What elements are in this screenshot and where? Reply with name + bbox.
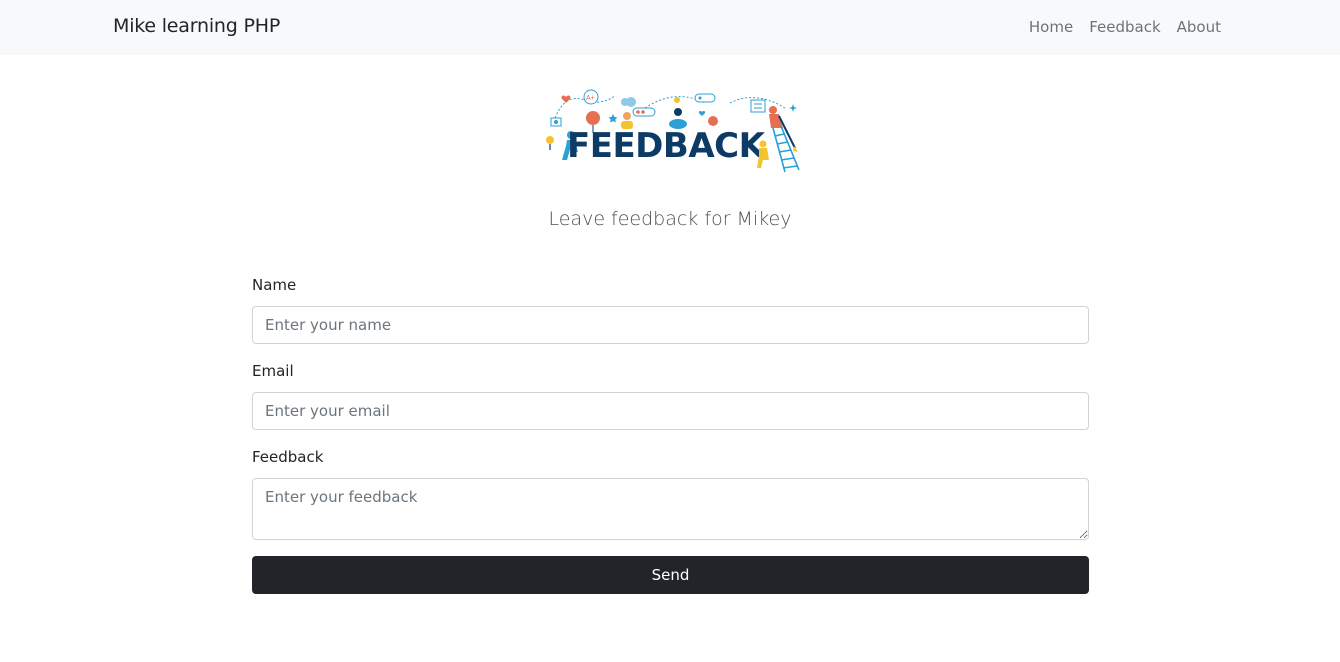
nav-link-home[interactable]: Home [1029, 18, 1073, 36]
name-label: Name [252, 276, 297, 294]
feedback-textarea[interactable] [252, 478, 1089, 540]
nav-links: Home Feedback About [1029, 18, 1221, 36]
balloon-icon [586, 111, 600, 125]
name-input[interactable] [252, 306, 1089, 344]
email-input[interactable] [252, 392, 1089, 430]
badge-icon [708, 116, 718, 126]
nav-link-feedback[interactable]: Feedback [1089, 18, 1160, 36]
medal-icon [546, 136, 554, 144]
person-meditating-icon [674, 108, 682, 116]
send-button[interactable]: Send [252, 556, 1089, 594]
feedback-label: Feedback [252, 448, 324, 466]
email-label: Email [252, 362, 294, 380]
nav-link-about[interactable]: About [1177, 18, 1221, 36]
feedback-logo: A+ FEEDBACK [546, 89, 800, 173]
lightbulb-icon [674, 97, 680, 103]
grade-text: A+ [586, 95, 595, 102]
speech-bubble-icon [694, 93, 716, 103]
navbar-brand[interactable]: Mike learning PHP [113, 15, 280, 37]
page-subtitle: Leave feedback for Mikey [548, 208, 792, 230]
logo-text: FEEDBACK [567, 126, 767, 166]
heart-icon [561, 95, 571, 103]
navbar: Mike learning PHP Home Feedback About [0, 0, 1340, 55]
person-head-icon [623, 112, 631, 120]
document-icon [750, 99, 766, 113]
star-icon [608, 114, 618, 123]
